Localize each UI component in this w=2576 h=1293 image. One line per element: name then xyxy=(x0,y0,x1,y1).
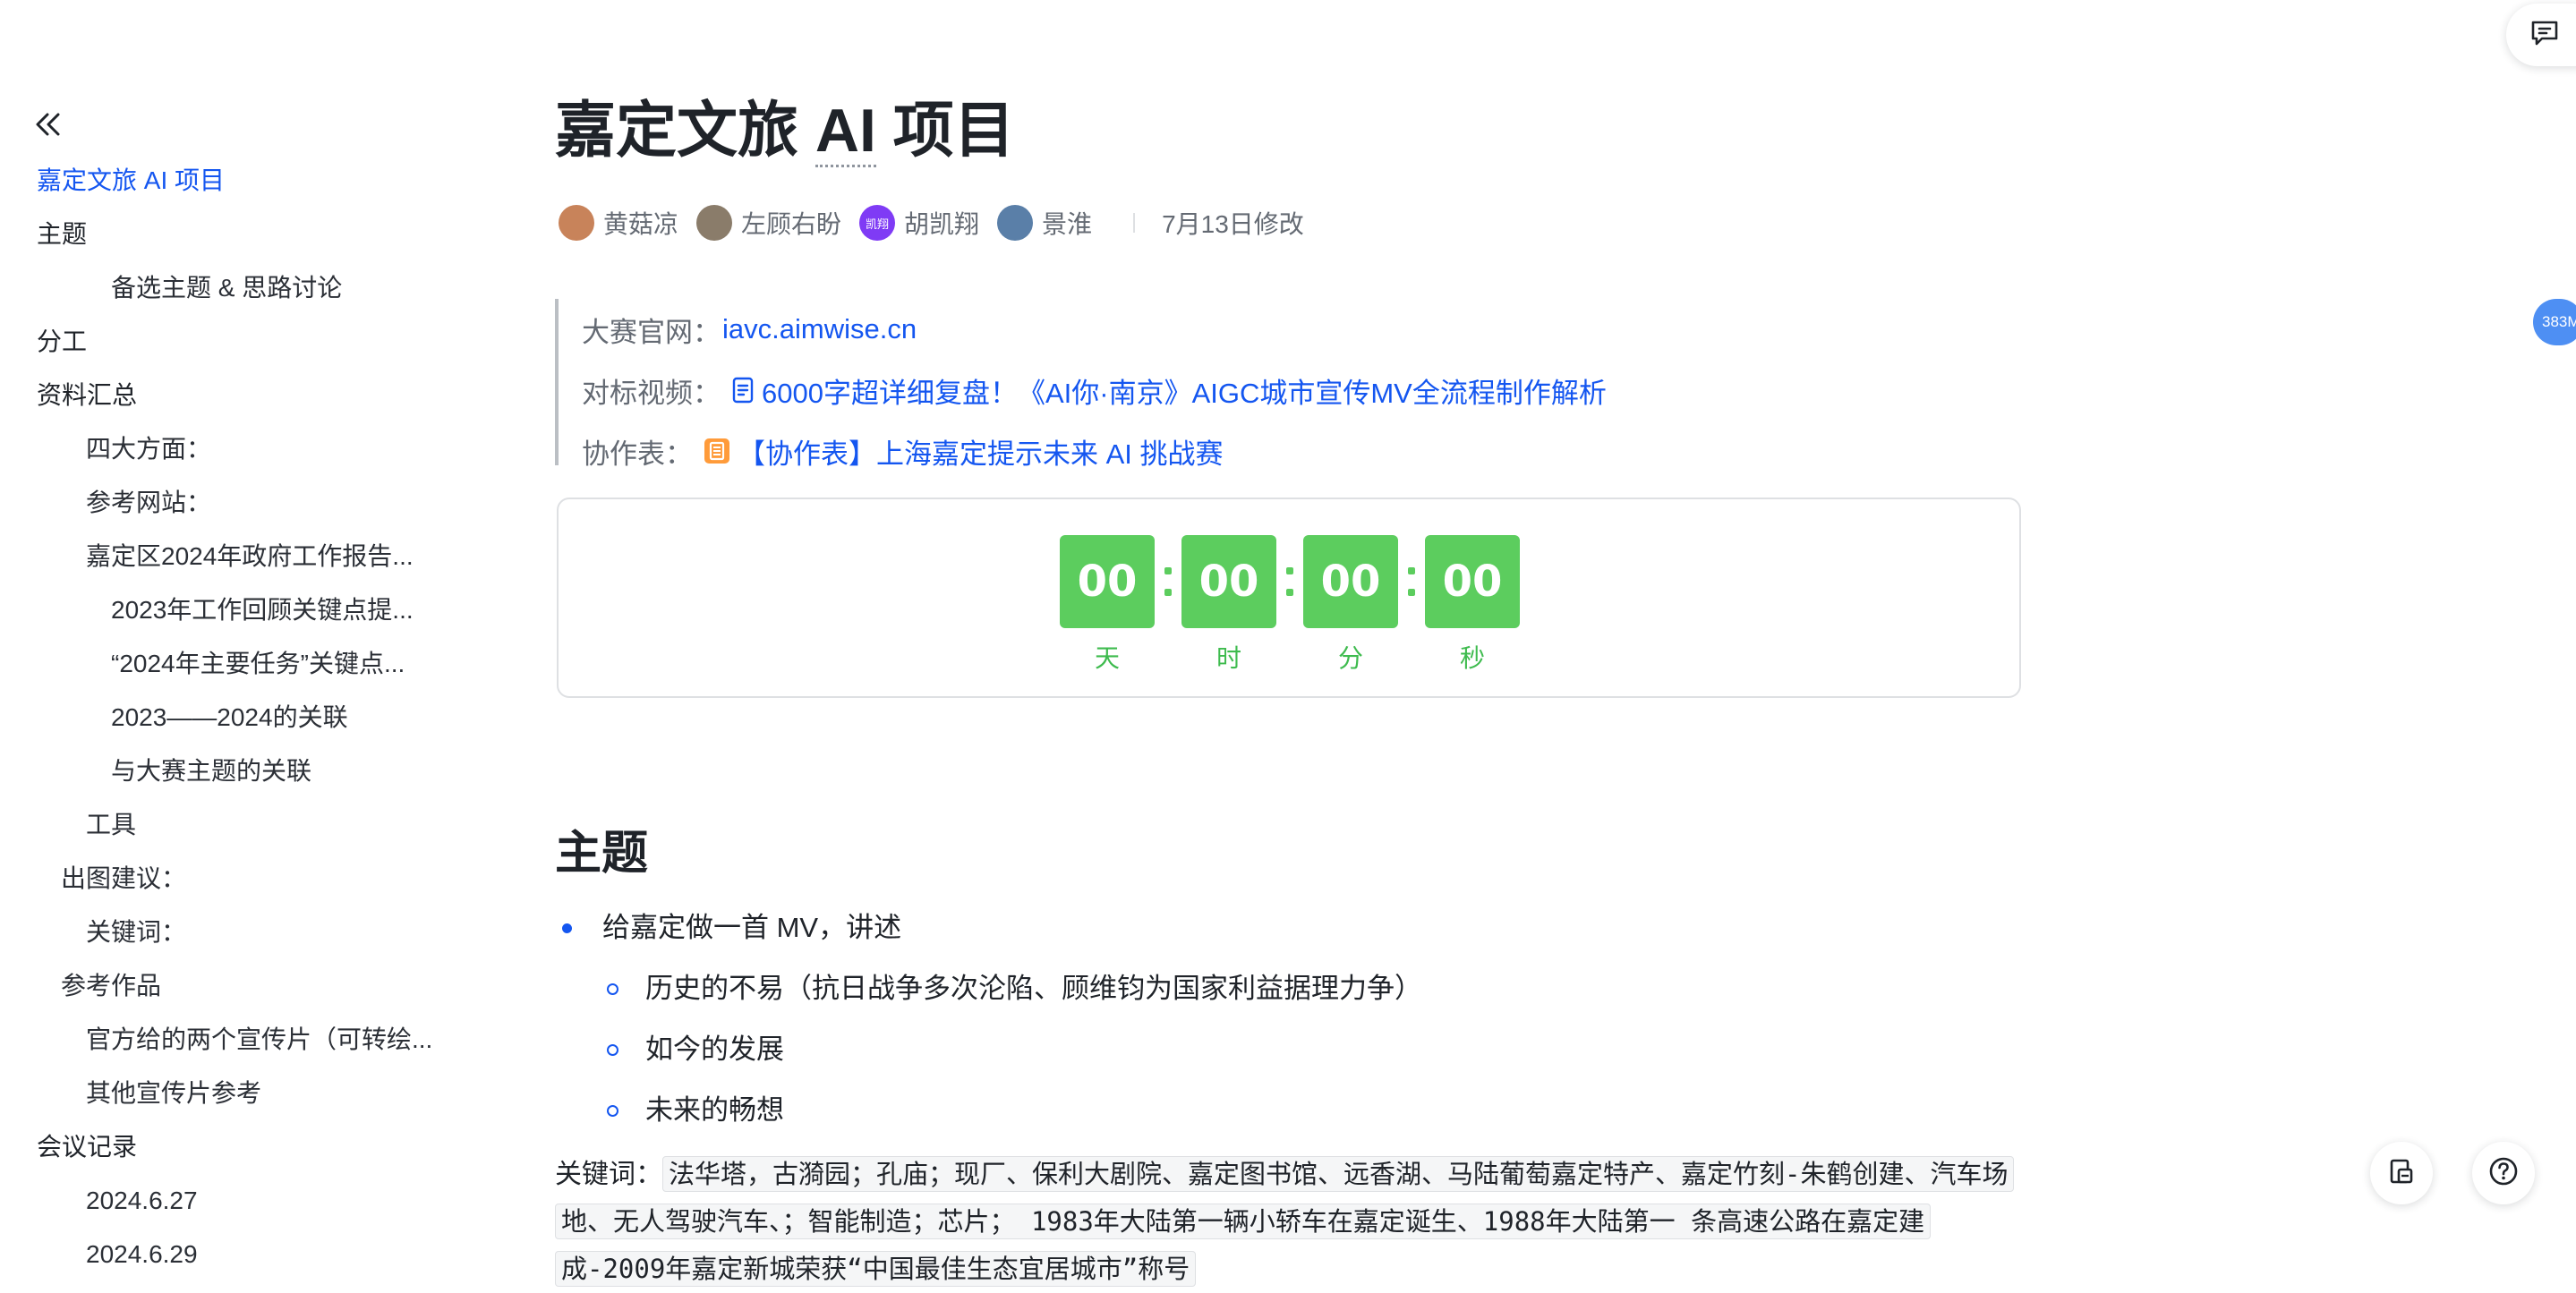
title-ai-term[interactable]: AI xyxy=(815,97,876,167)
callout-quote: 大赛官网： iavc.aimwise.cn 对标视频： 6000字超详细复盘！《… xyxy=(555,299,1629,470)
toc-item-other-videos[interactable]: 其他宣传片参考 xyxy=(86,1076,261,1111)
divider xyxy=(1133,213,1136,233)
toc-collapse-button[interactable] xyxy=(32,111,63,141)
author-chip[interactable]: 黄菇凉 xyxy=(559,205,678,241)
toc-item-four-aspects[interactable]: 四大方面： xyxy=(86,431,211,467)
memory-usage-badge: 383M xyxy=(2533,299,2576,345)
template-button[interactable] xyxy=(2370,1142,2433,1204)
document-meta: 黄菇凉 左顾右盼 凯翔 胡凯翔 景淮 7月13日修改 xyxy=(559,202,1304,243)
toc-item-tools[interactable]: 工具 xyxy=(86,807,136,843)
toc-item-ref-sites[interactable]: 参考网站： xyxy=(86,485,211,521)
double-chevron-left-icon xyxy=(34,113,61,140)
video-label: 对标视频： xyxy=(582,377,721,409)
avatar xyxy=(696,205,733,241)
list-item: 如今的发展 xyxy=(607,1027,784,1072)
doc-icon xyxy=(731,377,755,404)
bullet-dot xyxy=(607,983,618,995)
toc-item-materials[interactable]: 资料汇总 xyxy=(37,378,137,413)
video-link[interactable]: 6000字超详细复盘！《AI你·南京》AIGC城市宣传MV全流程制作解析 xyxy=(731,370,1607,411)
toc-item-image-advice[interactable]: 出图建议： xyxy=(61,861,186,897)
countdown-days: 00 天 xyxy=(1060,535,1155,675)
toc-item-2024-tasks[interactable]: “2024年主要任务”关键点... xyxy=(111,646,405,682)
list-item: 历史的不易（抗日战争多次沦陷、顾维钧为国家利益据理力争） xyxy=(607,966,1422,1011)
toc-item-2023-review[interactable]: 2023年工作回顾关键点提... xyxy=(111,592,414,628)
avatar xyxy=(997,205,1034,241)
help-icon xyxy=(2488,1156,2519,1191)
author-chip[interactable]: 左顾右盼 xyxy=(696,205,841,241)
toc-item-meeting-0629[interactable]: 2024.6.29 xyxy=(86,1237,198,1272)
toc-item-2023-2024[interactable]: 2023——2024的关联 xyxy=(111,700,348,736)
bullet-dot xyxy=(607,1043,618,1056)
toc-item-meeting-notes[interactable]: 会议记录 xyxy=(37,1129,137,1165)
comment-icon xyxy=(2529,19,2560,52)
section-heading: 主题 xyxy=(555,828,649,880)
countdown-separator xyxy=(1155,535,1181,628)
last-modified: 7月13日修改 xyxy=(1162,210,1304,238)
countdown-minutes: 00 分 xyxy=(1303,535,1398,675)
countdown-widget[interactable]: 00 天 00 时 00 分 00 秒 xyxy=(557,498,2021,698)
page-title: 嘉定文旅 AI 项目 xyxy=(555,88,1015,174)
toc-item-alt-themes[interactable]: 备选主题 & 思路讨论 xyxy=(111,270,342,306)
avatar xyxy=(559,205,594,241)
keywords-inline-code: 法华塔，古漪园；孔庙；现厂、保利大剧院、嘉定图书馆、远香湖、马陆葡萄嘉定特产、嘉… xyxy=(555,1156,2015,1287)
toc-item-meeting-0627[interactable]: 2024.6.27 xyxy=(86,1183,198,1219)
toc-item-division[interactable]: 分工 xyxy=(37,324,87,360)
sheet-label: 协作表： xyxy=(582,438,693,470)
keywords-label: 关键词： xyxy=(555,1160,662,1189)
toc-item-keywords[interactable]: 关键词： xyxy=(86,914,186,950)
list-item: 给嘉定做一首 MV，讲述 xyxy=(562,906,901,950)
site-link[interactable]: iavc.aimwise.cn xyxy=(722,313,917,345)
author-chip[interactable]: 凯翔 胡凯翔 xyxy=(859,205,979,241)
avatar: 凯翔 xyxy=(859,205,896,241)
bullet-dot xyxy=(562,923,572,933)
toc-item-gov-report[interactable]: 嘉定区2024年政府工作报告... xyxy=(86,539,414,574)
sheet-link[interactable]: 【协作表】上海嘉定提示未来 AI 挑战赛 xyxy=(704,431,1224,472)
bullet-dot xyxy=(607,1104,618,1117)
toc-item-title[interactable]: 嘉定文旅 AI 项目 xyxy=(37,163,225,199)
keywords-paragraph: 关键词： 法华塔，古漪园；孔庙；现厂、保利大剧院、嘉定图书馆、远香湖、马陆葡萄嘉定… xyxy=(555,1151,2023,1293)
countdown-seconds: 00 秒 xyxy=(1425,535,1520,675)
document-copy-icon xyxy=(2387,1157,2416,1190)
list-item: 未来的畅想 xyxy=(607,1088,784,1133)
countdown-hours: 00 时 xyxy=(1181,535,1276,675)
toc-item-ref-works[interactable]: 参考作品 xyxy=(61,968,161,1004)
countdown-separator xyxy=(1276,535,1303,628)
toc-item-official-videos[interactable]: 官方给的两个宣传片（可转绘... xyxy=(86,1022,432,1058)
comments-button[interactable] xyxy=(2506,4,2576,66)
countdown-separator xyxy=(1398,535,1425,628)
help-button[interactable] xyxy=(2472,1142,2535,1204)
table-icon xyxy=(704,438,730,464)
author-chip[interactable]: 景淮 xyxy=(997,205,1092,241)
toc-item-contest-relation[interactable]: 与大赛主题的关联 xyxy=(111,753,311,789)
toc-item-theme[interactable]: 主题 xyxy=(37,217,87,252)
site-label: 大赛官网： xyxy=(582,316,721,348)
